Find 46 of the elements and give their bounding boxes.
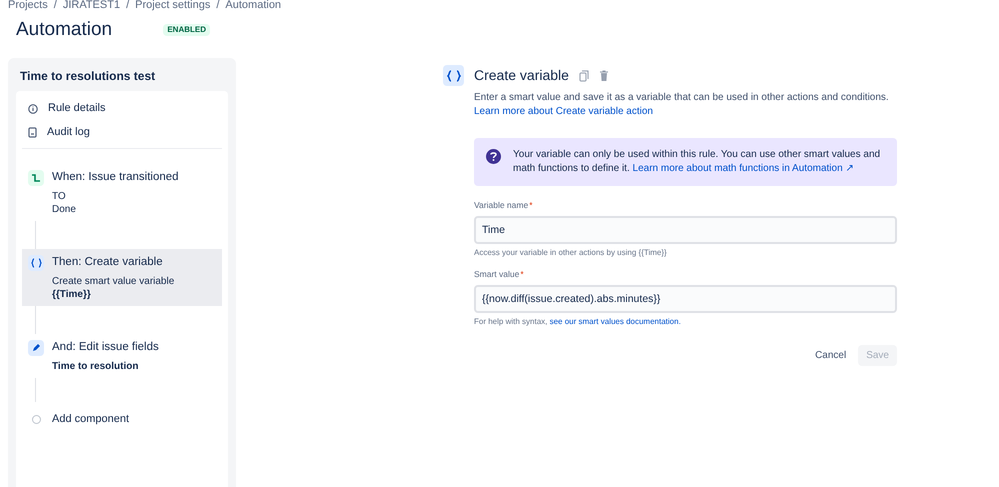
info-icon — [28, 104, 38, 114]
editor-description: Enter a smart value and save it as a variable that can be used in other actions and conditions. Learn more about Create variable action — [474, 91, 890, 119]
step-detail: TO — [52, 190, 67, 203]
step-title: When: Issue transitioned — [52, 170, 179, 184]
field-label: Variable name — [474, 199, 528, 212]
text-field[interactable]: {{now.diff(issue.created).abs.minutes}} — [474, 284, 897, 312]
pencil-icon — [28, 340, 44, 356]
copy-icon[interactable] — [578, 70, 589, 82]
text-field[interactable]: Time — [474, 216, 897, 244]
editor-title: Create variable — [474, 66, 569, 85]
step-detail: Time to resolution — [52, 360, 140, 374]
add-component-link[interactable]: Add component — [52, 411, 130, 428]
breadcrumb-link[interactable]: Automation — [225, 0, 282, 12]
learn-more-link[interactable]: Learn more about Create variable action — [474, 106, 653, 117]
rule-menu-item[interactable]: Audit log — [22, 120, 222, 144]
breadcrumb-separator: / — [126, 0, 130, 12]
status-lozenge: ENABLED — [163, 24, 210, 36]
field-label: Smart value — [474, 268, 520, 280]
page-title: Automation — [16, 18, 112, 42]
rule-title: Time to resolutions test — [19, 68, 156, 84]
required-asterisk: * — [520, 268, 524, 280]
documentation-link[interactable]: see our smart values documentation. — [550, 316, 681, 326]
breadcrumb-separator: / — [216, 0, 220, 12]
breadcrumb-link[interactable]: Projects — [8, 0, 48, 12]
breadcrumb-link[interactable]: JIRATEST1 — [62, 0, 120, 12]
rule-step[interactable]: Then: Create variable Create smart value variable {{Time}} — [22, 248, 222, 306]
field-help: For help with syntax, see our smart values documentation. — [474, 316, 682, 328]
breadcrumb-link[interactable]: Project settings — [135, 0, 210, 12]
cancel-button[interactable]: Cancel — [807, 344, 854, 366]
step-title: Then: Create variable — [52, 254, 164, 270]
transition-icon — [28, 170, 44, 186]
rule-menu-item[interactable]: Rule details — [22, 96, 222, 120]
braces-icon — [28, 254, 44, 271]
breadcrumb-separator: / — [54, 0, 57, 12]
document-icon — [28, 127, 37, 138]
notice-text: Your variable can only be used within this rule. You can use other smart values and math functions to define it. Learn more about math functions in Automation ↗ — [513, 148, 882, 176]
step-title: And: Edit issue fields — [52, 340, 159, 355]
field-help: Access your variable in other actions by using {{Time}} — [474, 246, 668, 259]
step-detail: Done — [52, 202, 77, 216]
trash-icon[interactable] — [598, 70, 609, 82]
required-asterisk: * — [529, 199, 532, 212]
question-icon — [486, 149, 501, 164]
braces-icon — [443, 65, 464, 86]
step-detail: {{Time}} — [52, 288, 92, 301]
step-detail: Create smart value variable — [52, 275, 174, 288]
math-functions-link[interactable]: Learn more about math functions in Automation ↗ — [632, 163, 854, 174]
